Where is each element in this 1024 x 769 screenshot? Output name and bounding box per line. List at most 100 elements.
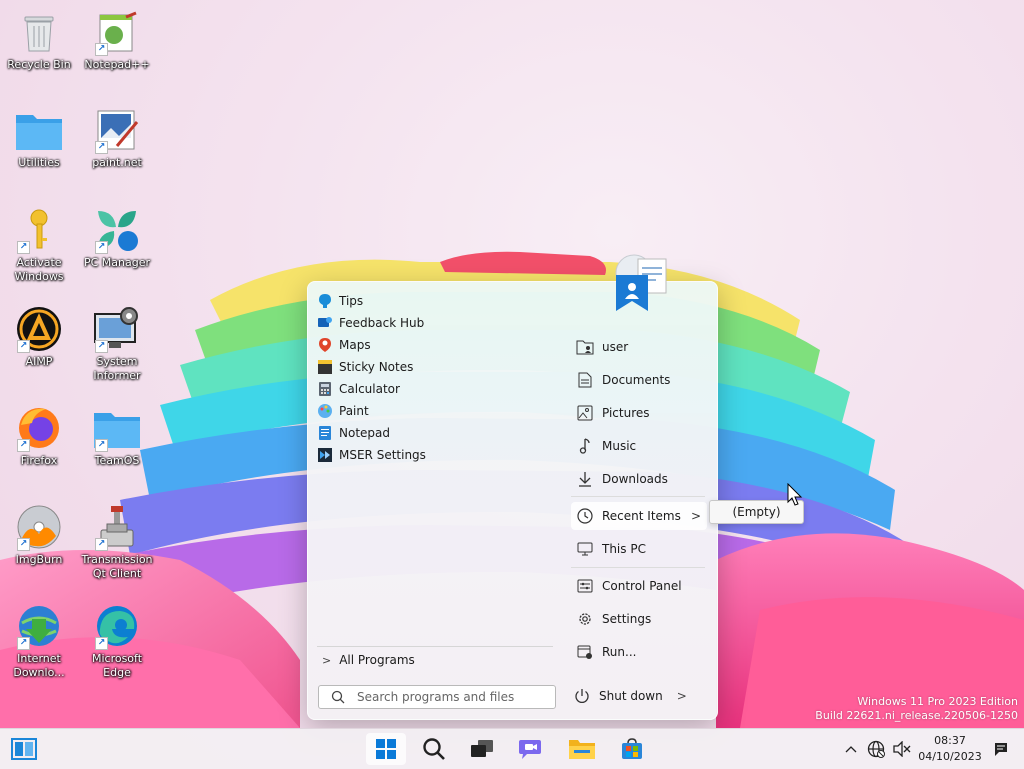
search-input[interactable]	[355, 689, 549, 705]
separator	[571, 567, 705, 568]
right-item-downloads[interactable]: Downloads	[571, 465, 707, 493]
run-icon	[576, 643, 594, 661]
clock[interactable]: 08:37 04/10/2023	[914, 733, 986, 765]
all-programs-button[interactable]: > All Programs	[322, 649, 415, 671]
right-item-recent-items[interactable]: Recent Items >	[571, 502, 707, 530]
network-button[interactable]	[866, 729, 886, 769]
right-item-run[interactable]: Run...	[571, 638, 707, 666]
desktop-icon-paint-net[interactable]: ↗ paint.net	[79, 106, 155, 170]
desktop-icon-label: PC Manager	[83, 256, 151, 269]
program-item-notepad[interactable]: Notepad	[317, 422, 557, 444]
desktop-icon-label: Recycle Bin	[7, 58, 71, 71]
right-item-label: Pictures	[602, 406, 650, 420]
program-label: Paint	[339, 404, 369, 418]
show-desktop-button[interactable]	[4, 733, 44, 765]
desktop-icon-label: System Informer	[93, 355, 141, 382]
right-item-user[interactable]: user	[571, 333, 707, 361]
notepad-plus-plus-icon: ↗	[93, 8, 141, 56]
show-hidden-icons-button[interactable]	[842, 729, 860, 769]
program-item-tips[interactable]: Tips	[317, 290, 557, 312]
program-item-maps[interactable]: Maps	[317, 334, 557, 356]
desktop-icon-label: paint.net	[92, 156, 142, 169]
chevron-right-icon: >	[690, 509, 701, 523]
desktop-icon-teamos[interactable]: ↗ TeamOS	[79, 404, 155, 468]
taskbar: 08:37 04/10/2023	[0, 728, 1024, 769]
right-item-music[interactable]: Music	[571, 432, 707, 460]
desktop-icon-utilities[interactable]: Utilities	[1, 106, 77, 170]
start-button[interactable]	[366, 733, 406, 765]
gear-icon	[576, 610, 594, 628]
file-explorer-button[interactable]	[562, 733, 602, 765]
microsoft-store-button[interactable]	[612, 733, 652, 765]
desktop-icon-aimp[interactable]: ↗ AIMP	[1, 305, 77, 369]
right-item-label: Control Panel	[602, 579, 682, 593]
desktop-icon-pc-manager[interactable]: ↗ PC Manager	[79, 206, 155, 270]
program-label: Sticky Notes	[339, 360, 414, 374]
right-item-label: Documents	[602, 373, 671, 387]
desktop-icon-label: Microsoft Edge	[91, 652, 143, 679]
watermark-edition: Windows 11 Pro 2023 Edition	[857, 695, 1018, 708]
windows-logo-icon	[376, 739, 396, 759]
program-item-sticky-notes[interactable]: Sticky Notes	[317, 356, 557, 378]
desktop-icon-recycle-bin[interactable]: Recycle Bin	[1, 8, 77, 72]
control-panel-icon	[576, 577, 594, 595]
notifications-button[interactable]	[990, 729, 1012, 769]
program-item-feedback-hub[interactable]: Feedback Hub	[317, 312, 557, 334]
right-item-label: user	[602, 340, 629, 354]
program-item-paint[interactable]: Paint	[317, 400, 557, 422]
user-picture-icon[interactable]	[612, 253, 670, 313]
right-item-this-pc[interactable]: This PC	[571, 535, 707, 563]
search-taskbar-button[interactable]	[414, 733, 454, 765]
task-view-button[interactable]	[462, 733, 502, 765]
widgets-icon	[11, 738, 37, 760]
chevron-right-icon[interactable]: >	[677, 689, 687, 703]
separator	[571, 496, 705, 497]
program-label: Tips	[339, 294, 364, 308]
shortcut-arrow-icon: ↗	[17, 340, 30, 353]
desktop-icon-internet-download-manager[interactable]: ↗ Internet Downlo...	[1, 602, 77, 680]
desktop-icon-imgburn[interactable]: ↗ ImgBurn	[1, 503, 77, 567]
right-item-control-panel[interactable]: Control Panel	[571, 572, 707, 600]
documents-icon	[576, 371, 594, 389]
mouse-cursor-icon	[787, 483, 803, 506]
chevron-right-icon: >	[322, 653, 332, 667]
volume-button[interactable]	[892, 729, 912, 769]
chevron-up-icon	[845, 746, 857, 753]
power-icon	[575, 689, 589, 703]
shortcut-arrow-icon: ↗	[95, 439, 108, 452]
desktop-icon-label: TeamOS	[94, 454, 140, 467]
music-icon	[576, 437, 594, 455]
aimp-icon: ↗	[15, 305, 63, 353]
shortcut-arrow-icon: ↗	[95, 241, 108, 254]
desktop-icon-notepad-plus-plus[interactable]: ↗ Notepad++	[79, 8, 155, 72]
computer-icon	[576, 540, 594, 558]
speaker-muted-icon	[893, 741, 911, 757]
folder-icon: ↗	[93, 404, 141, 452]
desktop-icon-transmission[interactable]: ↗ Transmission Qt Client	[79, 503, 155, 581]
search-box[interactable]	[318, 685, 556, 709]
desktop-icon-label: ImgBurn	[15, 553, 63, 566]
desktop-icon-system-informer[interactable]: ↗ System Informer	[79, 305, 155, 383]
teams-chat-button[interactable]	[510, 733, 550, 765]
desktop-icon-activate-windows[interactable]: ↗ Activate Windows	[1, 206, 77, 284]
pinned-programs-list: Tips Feedback Hub Maps Sticky Notes Calc…	[317, 290, 557, 466]
shortcut-arrow-icon: ↗	[17, 439, 30, 452]
shortcut-arrow-icon: ↗	[95, 340, 108, 353]
program-item-mser-settings[interactable]: MSER Settings	[317, 444, 557, 466]
right-item-label: Settings	[602, 612, 652, 626]
right-item-label: Run...	[602, 645, 637, 659]
shutdown-button[interactable]: Shut down >	[574, 684, 687, 708]
right-item-settings[interactable]: Settings	[571, 605, 707, 633]
all-programs-label: All Programs	[339, 653, 415, 667]
desktop-icon-microsoft-edge[interactable]: ↗ Microsoft Edge	[79, 602, 155, 680]
right-item-pictures[interactable]: Pictures	[571, 399, 707, 427]
right-item-documents[interactable]: Documents	[571, 366, 707, 394]
start-menu: Tips Feedback Hub Maps Sticky Notes Calc…	[307, 281, 718, 720]
downloads-icon	[576, 470, 594, 488]
program-item-calculator[interactable]: Calculator	[317, 378, 557, 400]
desktop-icon-label: Notepad++	[84, 58, 150, 71]
desktop-icon-firefox[interactable]: ↗ Firefox	[1, 404, 77, 468]
edge-icon: ↗	[93, 602, 141, 650]
notepad-icon	[317, 425, 333, 441]
right-item-label: Music	[602, 439, 637, 453]
